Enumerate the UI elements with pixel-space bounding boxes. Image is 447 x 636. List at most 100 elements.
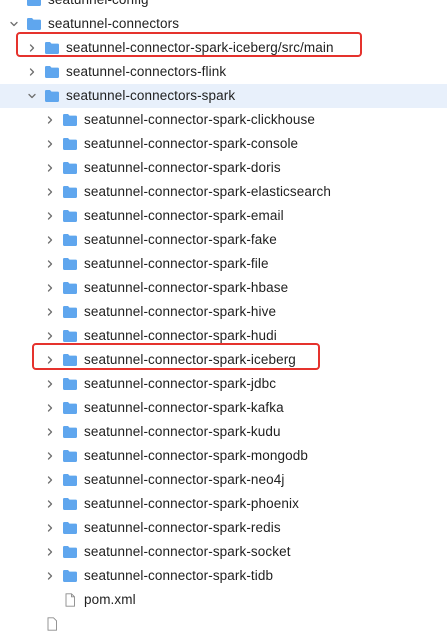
folder-icon (62, 353, 78, 367)
tree-row-spark-child[interactable]: seatunnel-connector-spark-hudi (0, 324, 447, 348)
tree-row-spark-child[interactable]: seatunnel-connector-spark-fake (0, 228, 447, 252)
chevron-right-icon[interactable] (44, 564, 56, 588)
tree-row-label: seatunnel-connector-spark-iceberg/src/ma… (66, 40, 334, 55)
chevron-down-icon[interactable] (26, 84, 38, 108)
folder-icon (62, 113, 78, 127)
folder-icon (62, 185, 78, 199)
chevron-right-icon[interactable] (44, 348, 56, 372)
folder-icon (62, 497, 78, 511)
tree-row-flink[interactable]: seatunnel-connectors-flink (0, 60, 447, 84)
tree-row-label: seatunnel-connector-spark-tidb (84, 568, 274, 583)
tree-row-label: seatunnel-connector-spark-hbase (84, 280, 289, 295)
tree-row-label: seatunnel-connector-spark-redis (84, 520, 281, 535)
chevron-right-icon[interactable] (44, 276, 56, 300)
tree-row-connectors[interactable]: seatunnel-connectors (0, 12, 447, 36)
chevron-right-icon[interactable] (44, 324, 56, 348)
folder-icon (62, 329, 78, 343)
chevron-down-icon[interactable] (8, 12, 20, 36)
tree-row-label: seatunnel-connector-spark-elasticsearch (84, 184, 332, 199)
folder-icon (62, 305, 78, 319)
tree-row-label: seatunnel-connector-spark-console (84, 136, 299, 151)
chevron-right-icon[interactable] (44, 156, 56, 180)
project-tree: seatunnel-config seatunnel-connectors se… (0, 0, 447, 636)
tree-row-label: pom.xml (84, 592, 136, 607)
folder-icon (26, 17, 42, 31)
tree-row-label: seatunnel-connector-spark-jdbc (84, 376, 277, 391)
tree-row-spark-child[interactable]: seatunnel-connector-spark-console (0, 132, 447, 156)
tree-row-label: seatunnel-connector-spark-clickhouse (84, 112, 315, 127)
tree-row-label: seatunnel-connector-spark-email (84, 208, 284, 223)
tree-row-iceberg-src-main[interactable]: seatunnel-connector-spark-iceberg/src/ma… (0, 36, 447, 60)
tree-row-label: seatunnel-connector-spark-file (84, 256, 269, 271)
chevron-right-icon[interactable] (44, 228, 56, 252)
chevron-right-icon[interactable] (44, 132, 56, 156)
folder-icon (62, 209, 78, 223)
tree-row-label: seatunnel-connector-spark-doris (84, 160, 281, 175)
tree-row-spark-child[interactable]: seatunnel-connector-spark-iceberg (0, 348, 447, 372)
tree-row-label: seatunnel-connector-spark-neo4j (84, 472, 285, 487)
tree-row-spark-child[interactable]: seatunnel-connector-spark-hbase (0, 276, 447, 300)
folder-icon (62, 377, 78, 391)
file-icon (62, 593, 78, 607)
tree-row-spark-child[interactable]: seatunnel-connector-spark-mongodb (0, 444, 447, 468)
chevron-right-icon[interactable] (44, 108, 56, 132)
tree-row-partial-bottom[interactable] (0, 612, 447, 636)
tree-row-spark-child[interactable]: seatunnel-connector-spark-kafka (0, 396, 447, 420)
tree-row-label: seatunnel-connectors (48, 16, 180, 31)
chevron-right-icon[interactable] (44, 540, 56, 564)
folder-icon (62, 545, 78, 559)
tree-row-spark-child[interactable]: seatunnel-connector-spark-hive (0, 300, 447, 324)
file-icon (44, 617, 60, 631)
tree-row-spark-child[interactable]: seatunnel-connector-spark-doris (0, 156, 447, 180)
folder-icon (62, 257, 78, 271)
tree-row-config[interactable]: seatunnel-config (0, 0, 447, 12)
folder-icon (26, 0, 42, 7)
tree-row-label: seatunnel-connector-spark-kudu (84, 424, 281, 439)
tree-row-label: seatunnel-connectors-flink (66, 64, 227, 79)
spark-children-list: seatunnel-connector-spark-clickhouse seat… (0, 108, 447, 588)
folder-icon (62, 401, 78, 415)
chevron-right-icon[interactable] (44, 444, 56, 468)
chevron-right-icon[interactable] (44, 300, 56, 324)
tree-row-spark-child[interactable]: seatunnel-connector-spark-socket (0, 540, 447, 564)
folder-icon (62, 521, 78, 535)
folder-icon (62, 233, 78, 247)
chevron-right-icon[interactable] (44, 252, 56, 276)
tree-row-label: seatunnel-connector-spark-socket (84, 544, 291, 559)
tree-row-spark-child[interactable]: seatunnel-connector-spark-redis (0, 516, 447, 540)
chevron-right-icon[interactable] (26, 36, 38, 60)
folder-icon (62, 473, 78, 487)
tree-row-pom[interactable]: pom.xml (0, 588, 447, 612)
tree-row-spark[interactable]: seatunnel-connectors-spark (0, 84, 447, 108)
folder-icon (44, 65, 60, 79)
chevron-right-icon[interactable] (44, 468, 56, 492)
chevron-right-icon[interactable] (44, 492, 56, 516)
chevron-right-icon[interactable] (44, 372, 56, 396)
tree-row-spark-child[interactable]: seatunnel-connector-spark-tidb (0, 564, 447, 588)
tree-row-spark-child[interactable]: seatunnel-connector-spark-file (0, 252, 447, 276)
tree-row-label: seatunnel-connector-spark-hudi (84, 328, 277, 343)
folder-icon (62, 161, 78, 175)
tree-row-spark-child[interactable]: seatunnel-connector-spark-neo4j (0, 468, 447, 492)
tree-row-label: seatunnel-connectors-spark (66, 88, 236, 103)
tree-row-spark-child[interactable]: seatunnel-connector-spark-email (0, 204, 447, 228)
tree-row-label: seatunnel-config (48, 0, 149, 12)
folder-icon (62, 449, 78, 463)
chevron-right-icon[interactable] (44, 420, 56, 444)
chevron-right-icon[interactable] (44, 204, 56, 228)
chevron-right-icon[interactable] (26, 60, 38, 84)
chevron-right-icon[interactable] (44, 180, 56, 204)
tree-row-label: seatunnel-connector-spark-iceberg (84, 352, 296, 367)
chevron-right-icon[interactable] (44, 396, 56, 420)
tree-row-spark-child[interactable]: seatunnel-connector-spark-clickhouse (0, 108, 447, 132)
tree-row-label: seatunnel-connector-spark-phoenix (84, 496, 299, 511)
tree-row-label: seatunnel-connector-spark-fake (84, 232, 277, 247)
tree-row-spark-child[interactable]: seatunnel-connector-spark-phoenix (0, 492, 447, 516)
tree-row-spark-child[interactable]: seatunnel-connector-spark-kudu (0, 420, 447, 444)
chevron-right-icon[interactable] (44, 516, 56, 540)
tree-row-spark-child[interactable]: seatunnel-connector-spark-elasticsearch (0, 180, 447, 204)
tree-row-label: seatunnel-connector-spark-kafka (84, 400, 284, 415)
tree-row-label: seatunnel-connector-spark-hive (84, 304, 277, 319)
folder-icon (44, 41, 60, 55)
tree-row-spark-child[interactable]: seatunnel-connector-spark-jdbc (0, 372, 447, 396)
